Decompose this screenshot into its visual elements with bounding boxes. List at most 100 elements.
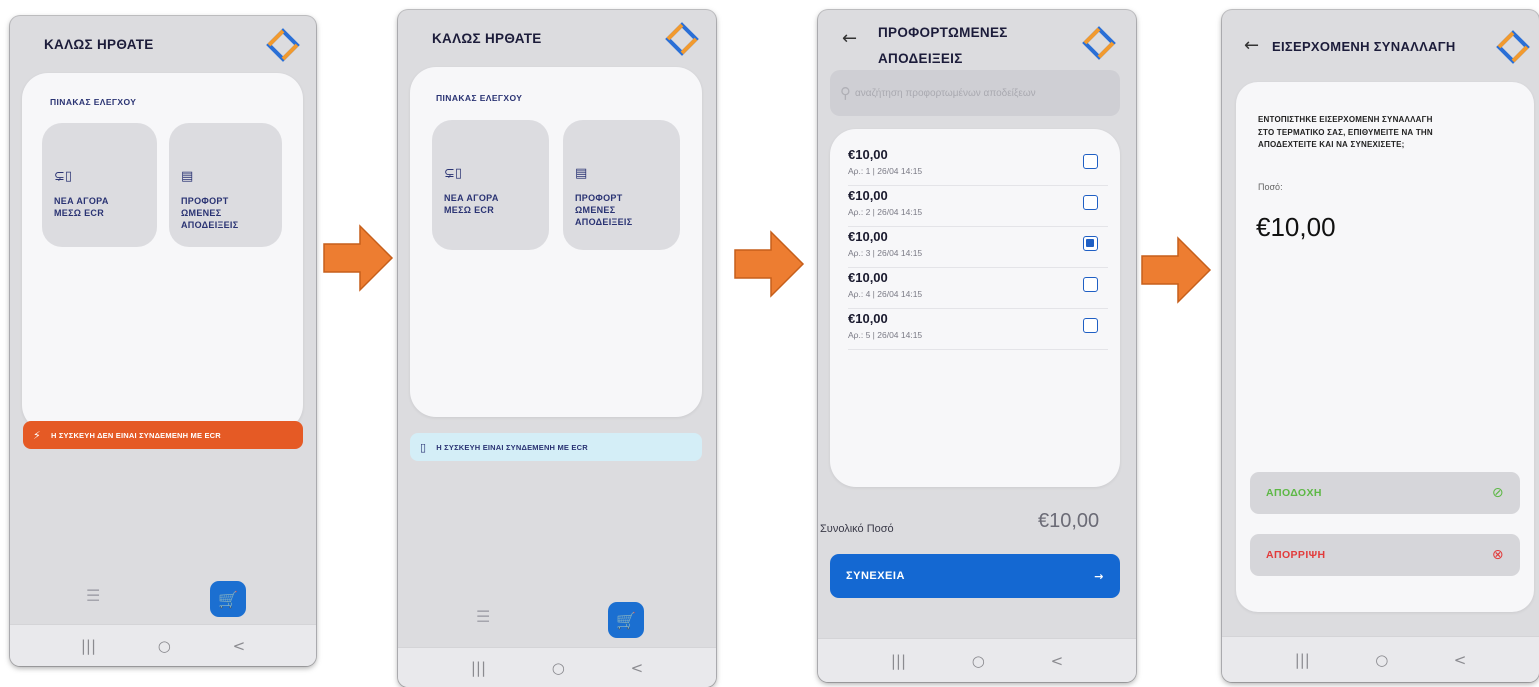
- back-arrow-icon[interactable]: ←: [842, 28, 857, 49]
- ecr-device-icon: ⊊▯: [54, 169, 73, 184]
- flow-arrow-icon: [322, 222, 394, 294]
- receipt-meta: Αρ.: 2 | 26/04 14:15: [848, 207, 923, 217]
- new-purchase-ecr-tile[interactable]: ⊊▯ ΝΕΑ ΑΓΟΡΑ ΜΕΣΩ ECR: [42, 123, 157, 247]
- recent-apps-icon[interactable]: |||: [1295, 651, 1310, 669]
- continue-button[interactable]: ΣΥΝΕΧΕΙΑ →: [830, 554, 1120, 598]
- receipt-amount: €10,00: [848, 270, 888, 285]
- accept-button[interactable]: ΑΠΟΔΟΧΗ ⊘: [1250, 472, 1520, 514]
- incoming-message: ΕΝΤΟΠΙΣΤΗΚΕ ΕΙΣΕΡΧΟΜΕΝΗ ΣΥΝΑΛΛΑΓΗ ΣΤΟ ΤΕΡ…: [1258, 115, 1433, 149]
- receipt-checkbox[interactable]: [1083, 154, 1098, 169]
- receipts-list-card: €10,00 Αρ.: 1 | 26/04 14:15 €10,00 Αρ.: 2 |…: [830, 129, 1120, 487]
- receipt-row[interactable]: €10,00 Αρ.: 5 | 26/04 14:15: [848, 309, 1108, 350]
- app-logo-icon: [665, 22, 699, 56]
- continue-label: ΣΥΝΕΧΕΙΑ: [846, 570, 905, 582]
- receipt-meta: Αρ.: 1 | 26/04 14:15: [848, 166, 923, 176]
- receipt-amount: €10,00: [848, 147, 888, 162]
- back-arrow-icon[interactable]: ←: [1244, 35, 1259, 56]
- amount-label: Ποσό:: [1258, 182, 1283, 192]
- connected-icon: ▯: [420, 440, 427, 454]
- accept-label: ΑΠΟΔΟΧΗ: [1266, 487, 1322, 499]
- receipt-row[interactable]: €10,00 Αρ.: 2 | 26/04 14:15: [848, 186, 1108, 227]
- phone-screen-incoming-transaction: ← ΕΙΣΕΡΧΟΜΕΝΗ ΣΥΝΑΛΛΑΓΗ ΕΝΤΟΠΙΣΤΗΚΕ ΕΙΣΕ…: [1222, 10, 1539, 682]
- tile-label: ΠΡΟΦΟΡΤ ΩΜΕΝΕΣ ΑΠΟΔΕΙΞΕΙΣ: [575, 193, 633, 227]
- back-icon[interactable]: <: [631, 659, 644, 677]
- receipt-meta: Αρ.: 5 | 26/04 14:15: [848, 330, 923, 340]
- amount-value: €10,00: [1256, 212, 1336, 242]
- receipt-amount: €10,00: [848, 188, 888, 203]
- dashboard-title: ΠΙΝΑΚΑΣ ΕΛΕΓΧΟΥ: [50, 97, 137, 107]
- page-title: ΠΡΟΦΟΡΤΩΜΕΝΕΣ ΑΠΟΔΕΙΞΕΙΣ: [878, 25, 1008, 66]
- system-navbar: ||| ○ <: [1222, 636, 1539, 682]
- ecr-device-icon: ⊊▯: [444, 166, 463, 181]
- receipt-amount: €10,00: [848, 229, 888, 244]
- page-title: ΚΑΛΩΣ ΗΡΘΑΤΕ: [432, 31, 542, 46]
- recent-apps-icon[interactable]: |||: [471, 659, 486, 677]
- preloaded-receipts-tile[interactable]: ▤ ΠΡΟΦΟΡΤ ΩΜΕΝΕΣ ΑΠΟΔΕΙΞΕΙΣ: [169, 123, 282, 247]
- status-text: Η ΣΥΣΚΕΥΗ ΔΕΝ ΕΙΝΑΙ ΣΥΝΔΕΜΕΝΗ ΜΕ ECR: [50, 430, 221, 440]
- app-logo-icon: [1082, 26, 1116, 60]
- tile-label: ΝΕΑ ΑΓΟΡΑ ΜΕΣΩ ECR: [444, 193, 499, 215]
- back-icon[interactable]: <: [233, 637, 246, 655]
- receipt-checkbox[interactable]: [1083, 318, 1098, 333]
- home-icon[interactable]: ○: [1375, 651, 1388, 669]
- status-text: Η ΣΥΣΚΕΥΗ ΕΙΝΑΙ ΣΥΝΔΕΜΕΝΗ ΜΕ ECR: [436, 442, 588, 452]
- reject-label: ΑΠΟΡΡΙΨΗ: [1266, 549, 1326, 561]
- receipt-row[interactable]: €10,00 Αρ.: 4 | 26/04 14:15: [848, 268, 1108, 309]
- receipt-row[interactable]: €10,00 Αρ.: 3 | 26/04 14:15: [848, 227, 1108, 268]
- cart-button[interactable]: 🛒: [608, 602, 644, 638]
- disconnected-icon: ⚡: [33, 428, 41, 442]
- ecr-disconnected-banner: ⚡ Η ΣΥΣΚΕΥΗ ΔΕΝ ΕΙΝΑΙ ΣΥΝΔΕΜΕΝΗ ΜΕ ECR: [23, 421, 303, 449]
- system-navbar: ||| ○ <: [10, 624, 316, 666]
- app-logo-icon: [1496, 30, 1530, 64]
- ecr-connected-banner: ▯ Η ΣΥΣΚΕΥΗ ΕΙΝΑΙ ΣΥΝΔΕΜΕΝΗ ΜΕ ECR: [410, 433, 702, 461]
- page-title: ΕΙΣΕΡΧΟΜΕΝΗ ΣΥΝΑΛΛΑΓΗ: [1272, 39, 1456, 54]
- phone-screen-preloaded-receipts: ← ΠΡΟΦΟΡΤΩΜΕΝΕΣ ΑΠΟΔΕΙΞΕΙΣ ⚲ αναζήτηση πρ…: [818, 10, 1136, 682]
- receipt-icon: ▤: [575, 166, 588, 181]
- flow-arrow-icon: [733, 228, 805, 300]
- arrow-right-icon: →: [1094, 569, 1104, 583]
- receipt-checkbox[interactable]: [1083, 277, 1098, 292]
- tile-label: ΠΡΟΦΟΡΤ ΩΜΕΝΕΣ ΑΠΟΔΕΙΞΕΙΣ: [181, 196, 239, 230]
- cart-button[interactable]: 🛒: [210, 581, 246, 617]
- phone-screen-home-connected: ΚΑΛΩΣ ΗΡΘΑΤΕ ΠΙΝΑΚΑΣ ΕΛΕΓΧΟΥ ⊊▯ ΝΕΑ ΑΓΟΡ…: [398, 10, 716, 687]
- receipt-meta: Αρ.: 4 | 26/04 14:15: [848, 289, 923, 299]
- back-icon[interactable]: <: [1051, 652, 1064, 670]
- search-placeholder: αναζήτηση προφορτωμένων αποδείξεων: [855, 87, 1036, 99]
- app-logo-icon: [266, 28, 300, 62]
- list-icon[interactable]: ☰: [86, 586, 100, 605]
- flow-diagram: ΚΑΛΩΣ ΗΡΘΑΤΕ ΠΙΝΑΚΑΣ ΕΛΕΓΧΟΥ ⊊▯ ΝΕΑ ΑΓΟΡ…: [0, 0, 1539, 687]
- transaction-card: ΕΝΤΟΠΙΣΤΗΚΕ ΕΙΣΕΡΧΟΜΕΝΗ ΣΥΝΑΛΛΑΓΗ ΣΤΟ ΤΕΡ…: [1236, 82, 1534, 612]
- recent-apps-icon[interactable]: |||: [81, 637, 96, 655]
- dashboard-title: ΠΙΝΑΚΑΣ ΕΛΕΓΧΟΥ: [436, 93, 523, 103]
- receipt-row[interactable]: €10,00 Αρ.: 1 | 26/04 14:15: [848, 145, 1108, 186]
- dashboard-card: ΠΙΝΑΚΑΣ ΕΛΕΓΧΟΥ ⊊▯ ΝΕΑ ΑΓΟΡΑ ΜΕΣΩ ECR ▤ Π…: [410, 67, 702, 417]
- receipt-icon: ▤: [181, 169, 194, 184]
- total-label: Συνολικό Ποσό: [820, 523, 894, 535]
- new-purchase-ecr-tile[interactable]: ⊊▯ ΝΕΑ ΑΓΟΡΑ ΜΕΣΩ ECR: [432, 120, 549, 250]
- home-icon[interactable]: ○: [158, 637, 171, 655]
- receipt-checkbox[interactable]: [1083, 195, 1098, 210]
- phone-screen-home-disconnected: ΚΑΛΩΣ ΗΡΘΑΤΕ ΠΙΝΑΚΑΣ ΕΛΕΓΧΟΥ ⊊▯ ΝΕΑ ΑΓΟΡ…: [10, 16, 316, 666]
- close-circle-icon: ⊗: [1491, 547, 1504, 563]
- home-icon[interactable]: ○: [972, 652, 985, 670]
- recent-apps-icon[interactable]: |||: [891, 652, 906, 670]
- back-icon[interactable]: <: [1454, 651, 1467, 669]
- receipt-meta: Αρ.: 3 | 26/04 14:15: [848, 248, 923, 258]
- search-icon: ⚲: [840, 84, 851, 102]
- check-circle-icon: ⊘: [1491, 485, 1504, 501]
- flow-arrow-icon: [1140, 234, 1212, 306]
- system-navbar: ||| ○ <: [398, 647, 716, 687]
- total-value: €10,00: [1038, 510, 1100, 532]
- reject-button[interactable]: ΑΠΟΡΡΙΨΗ ⊗: [1250, 534, 1520, 576]
- cart-icon: 🛒: [616, 610, 636, 630]
- list-icon[interactable]: ☰: [476, 607, 490, 626]
- cart-icon: 🛒: [218, 589, 238, 609]
- tile-label: ΝΕΑ ΑΓΟΡΑ ΜΕΣΩ ECR: [54, 196, 109, 218]
- home-icon[interactable]: ○: [552, 659, 565, 677]
- system-navbar: ||| ○ <: [818, 638, 1136, 682]
- search-input[interactable]: ⚲ αναζήτηση προφορτωμένων αποδείξεων: [830, 70, 1120, 116]
- receipt-amount: €10,00: [848, 311, 888, 326]
- receipt-checkbox[interactable]: [1083, 236, 1098, 251]
- preloaded-receipts-tile[interactable]: ▤ ΠΡΟΦΟΡΤ ΩΜΕΝΕΣ ΑΠΟΔΕΙΞΕΙΣ: [563, 120, 680, 250]
- page-title: ΚΑΛΩΣ ΗΡΘΑΤΕ: [44, 37, 154, 52]
